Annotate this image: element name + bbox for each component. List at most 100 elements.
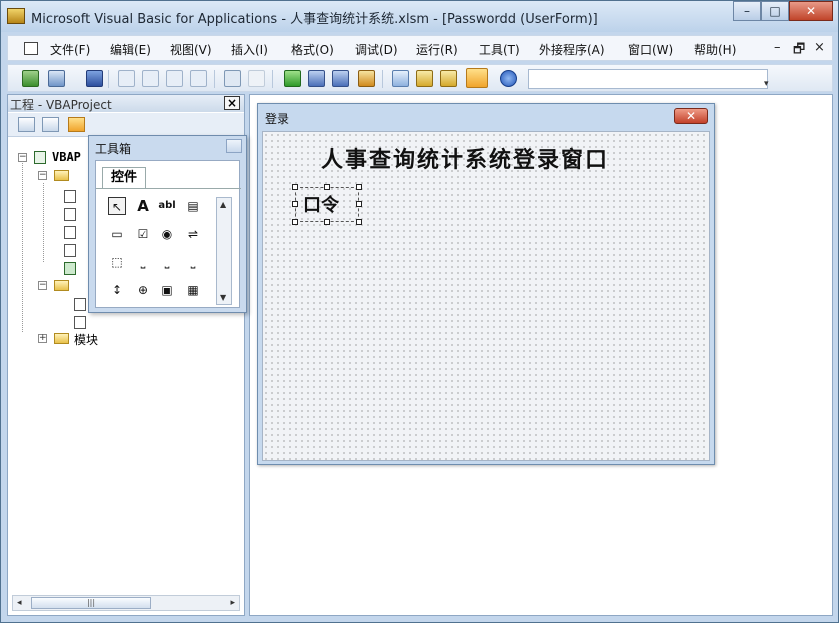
object-browser-icon[interactable]	[440, 70, 457, 87]
tabstrip-tool[interactable]: ⎵	[158, 253, 176, 271]
select-objects-tool[interactable]: ↖	[108, 197, 126, 215]
tab-controls[interactable]: 控件	[102, 167, 146, 189]
copy-icon[interactable]	[142, 70, 159, 87]
menu-addins[interactable]: 外接程序(A)	[539, 41, 605, 58]
toolbox-title: 工具箱	[95, 142, 132, 156]
title-bar[interactable]: Microsoft Visual Basic for Applications …	[1, 1, 838, 32]
spinbutton-tool[interactable]: ⊕	[134, 281, 152, 299]
design-mode-icon[interactable]	[358, 70, 375, 87]
menu-edit[interactable]: 编辑(E)	[110, 41, 151, 58]
forms-folder-icon[interactable]	[54, 280, 69, 291]
sheet-object-icon[interactable]	[64, 190, 76, 203]
toolbox-close-button[interactable]	[226, 139, 242, 153]
child-minimize-button[interactable]: –	[774, 40, 781, 55]
reset-icon[interactable]	[332, 70, 349, 87]
modules-folder-expander[interactable]: +	[38, 334, 47, 343]
child-restore-button[interactable]: 🗗	[793, 40, 805, 62]
resize-handle[interactable]	[324, 219, 330, 225]
scroll-thumb[interactable]: |||	[31, 597, 151, 609]
undo-icon[interactable]	[224, 70, 241, 87]
menu-view[interactable]: 视图(V)	[170, 41, 212, 58]
save-icon[interactable]	[86, 70, 103, 87]
menu-help[interactable]: 帮助(H)	[694, 41, 736, 58]
root-expander[interactable]: −	[18, 153, 27, 162]
vbaproject-label[interactable]: VBAP	[52, 150, 81, 164]
minimize-button[interactable]: –	[733, 1, 761, 21]
insert-userform-icon[interactable]	[48, 70, 65, 87]
command-button-tool[interactable]: ⎵	[134, 253, 152, 271]
toggle-folders-button[interactable]	[68, 117, 85, 132]
project-horizontal-scrollbar[interactable]: ◂ ||| ▸	[12, 595, 240, 611]
image-tool[interactable]: ▣	[158, 281, 176, 299]
cut-icon[interactable]	[118, 70, 135, 87]
run-icon[interactable]	[284, 70, 301, 87]
toolbox-vertical-scrollbar[interactable]: ▲ ▼	[216, 197, 232, 305]
resize-handle[interactable]	[356, 201, 362, 207]
scroll-right-icon[interactable]: ▸	[230, 598, 235, 608]
userform-close-button[interactable]: ✕	[674, 108, 708, 124]
userform-icon[interactable]	[74, 298, 86, 311]
sheet-object-icon[interactable]	[64, 226, 76, 239]
close-button[interactable]: ✕	[789, 1, 833, 21]
resize-handle[interactable]	[324, 184, 330, 190]
view-code-button[interactable]	[18, 117, 35, 132]
tab-divider	[96, 188, 241, 189]
multipage-tool[interactable]: ⎵	[184, 253, 202, 271]
find-icon[interactable]	[190, 70, 207, 87]
refedit-tool[interactable]: ▦	[184, 281, 202, 299]
forms-folder-expander[interactable]: −	[38, 281, 47, 290]
menu-debug[interactable]: 调试(D)	[355, 41, 398, 58]
sheet-object-icon[interactable]	[64, 244, 76, 257]
objects-folder-expander[interactable]: −	[38, 171, 47, 180]
help-icon[interactable]	[500, 70, 517, 87]
project-explorer-close-button[interactable]: ×	[224, 96, 240, 110]
toolbox-icon[interactable]	[466, 68, 488, 88]
label-tool[interactable]: A	[134, 197, 152, 215]
combobox-tool[interactable]: ▤	[184, 197, 202, 215]
toggle-button-tool[interactable]: ⇌	[184, 225, 202, 243]
break-icon[interactable]	[308, 70, 325, 87]
menu-window[interactable]: 窗口(W)	[628, 41, 673, 58]
modules-folder-icon[interactable]	[54, 333, 69, 344]
window-title: Microsoft Visual Basic for Applications …	[31, 12, 598, 27]
textbox-tool[interactable]: abl	[158, 197, 176, 215]
toolbar-options-icon[interactable]: ▾	[764, 79, 769, 89]
sheet-object-icon[interactable]	[64, 208, 76, 221]
frame-tool[interactable]: ⬚	[108, 253, 126, 271]
scrollbar-tool[interactable]: ↕	[108, 281, 126, 299]
menu-insert[interactable]: 插入(I)	[231, 41, 268, 58]
paste-icon[interactable]	[166, 70, 183, 87]
view-object-button[interactable]	[42, 117, 59, 132]
menu-file[interactable]: 文件(F)	[50, 41, 90, 58]
form-caption-label[interactable]: 人事查询统计系统登录窗口	[321, 142, 609, 174]
menu-run[interactable]: 运行(R)	[416, 41, 458, 58]
userform-icon[interactable]	[74, 316, 86, 329]
modules-folder-label[interactable]: 模块	[74, 331, 98, 348]
properties-window-icon[interactable]	[416, 70, 433, 87]
checkbox-tool[interactable]: ☑	[134, 225, 152, 243]
userform-canvas[interactable]: 人事查询统计系统登录窗口 口令	[262, 131, 710, 461]
menu-format[interactable]: 格式(O)	[291, 41, 334, 58]
objects-folder-icon[interactable]	[54, 170, 69, 181]
option-button-tool[interactable]: ◉	[158, 225, 176, 243]
resize-handle[interactable]	[356, 219, 362, 225]
form-icon[interactable]	[24, 42, 38, 55]
excel-view-icon[interactable]	[22, 70, 39, 87]
resize-handle[interactable]	[292, 201, 298, 207]
scroll-down-icon[interactable]: ▼	[220, 293, 226, 302]
listbox-tool[interactable]: ▭	[108, 225, 126, 243]
resize-handle[interactable]	[292, 219, 298, 225]
scroll-left-icon[interactable]: ◂	[17, 598, 22, 608]
child-close-button[interactable]: ×	[814, 40, 825, 55]
toolbox-window[interactable]: 工具箱 控件 ↖ A abl ▤ ▭ ☑ ◉ ⇌ ⬚ ⎵ ⎵ ⎵ ↕ ⊕ ▣ ▦…	[88, 135, 247, 313]
project-explorer-icon[interactable]	[392, 70, 409, 87]
userform-designer-window[interactable]: 登录 ✕ 人事查询统计系统登录窗口 口令	[257, 103, 715, 465]
resize-handle[interactable]	[356, 184, 362, 190]
maximize-button[interactable]: □	[761, 1, 789, 21]
resize-handle[interactable]	[292, 184, 298, 190]
scroll-up-icon[interactable]: ▲	[220, 200, 226, 209]
password-label-text[interactable]: 口令	[303, 191, 339, 217]
redo-icon[interactable]	[248, 70, 265, 87]
workbook-object-icon[interactable]	[64, 262, 76, 275]
menu-tools[interactable]: 工具(T)	[479, 41, 520, 58]
